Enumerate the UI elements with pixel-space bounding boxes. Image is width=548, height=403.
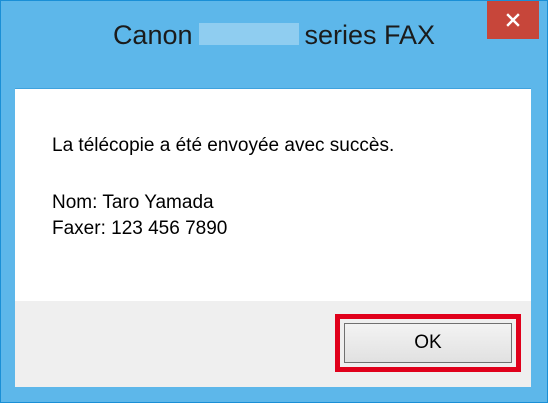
ok-button[interactable]: OK [344,323,512,363]
close-button[interactable] [487,1,539,39]
fax-number: Faxer: 123 456 7890 [52,218,228,239]
title-prefix: Canon [112,20,193,50]
close-icon [506,13,520,27]
fax-dialog-window: Canon series FAX La télécopie a été envoy… [0,0,548,403]
dialog-footer: OK [15,301,531,387]
dialog-title: Canon series FAX [1,9,547,61]
title-suffix: series FAX [304,20,436,50]
success-message: La télécopie a été envoyée avec succès. [52,135,395,156]
title-bar: Canon series FAX [1,1,547,89]
recipient-name: Nom: Taro Yamada [52,192,214,213]
redacted-model-name [198,22,299,45]
dialog-content: La télécopie a été envoyée avec succès. … [15,88,531,301]
